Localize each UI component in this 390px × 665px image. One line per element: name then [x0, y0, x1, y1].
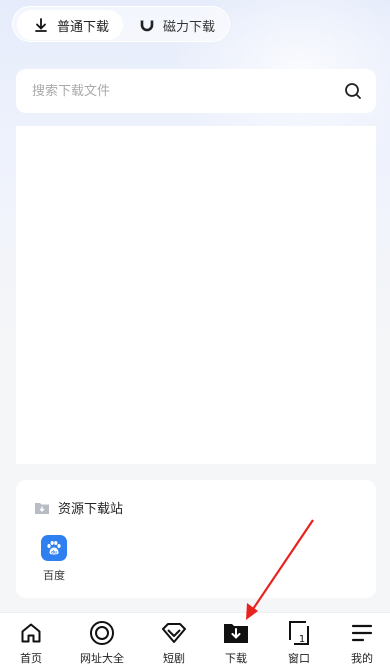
download-mode-switch: 普通下载 磁力下载: [12, 6, 230, 42]
magnet-download-tab[interactable]: 磁力下载: [131, 10, 227, 40]
search-bar: [16, 69, 376, 113]
resource-sites-header: 资源下载站: [34, 498, 123, 517]
tab-home-label: 首页: [20, 652, 42, 665]
normal-download-label: 普通下载: [57, 19, 110, 35]
tab-download[interactable]: 下载: [206, 619, 266, 665]
tab-mine[interactable]: 我的: [332, 619, 390, 665]
folder-download-icon: [35, 502, 49, 514]
tab-window-label: 窗口: [288, 652, 310, 665]
download-list-area: [16, 126, 376, 464]
baidu-paw-icon: du: [41, 535, 67, 561]
download-arrow-icon: [35, 18, 47, 32]
tab-sites-label: 网址大全: [80, 652, 124, 665]
tab-download-label: 下载: [225, 652, 247, 665]
menu-lines-icon: [351, 624, 373, 642]
search-input[interactable]: [32, 83, 344, 99]
window-count-badge: 1: [299, 634, 305, 645]
tab-home[interactable]: 首页: [1, 619, 61, 665]
normal-download-tab[interactable]: 普通下载: [17, 10, 123, 40]
bottom-tab-bar: 首页 网址大全 短剧 下载 1 窗口 我的: [0, 612, 390, 665]
resource-sites-card: 资源下载站 du 百度: [16, 480, 376, 598]
tab-mine-label: 我的: [351, 652, 373, 665]
window-icon: 1: [289, 621, 309, 645]
site-label: 百度: [43, 569, 65, 582]
tab-shortdrama-label: 短剧: [163, 652, 185, 665]
home-icon: [21, 623, 41, 643]
search-icon[interactable]: [344, 82, 362, 100]
tab-window[interactable]: 1 窗口: [269, 619, 329, 665]
resource-sites-title: 资源下载站: [58, 502, 124, 517]
download-folder-icon: [224, 624, 248, 643]
diamond-icon: [162, 623, 186, 643]
site-baidu[interactable]: du 百度: [40, 535, 68, 583]
target-circle-icon: [90, 621, 114, 645]
tab-shortdrama[interactable]: 短剧: [144, 619, 204, 665]
svg-text:du: du: [51, 550, 57, 555]
magnet-download-label: 磁力下载: [163, 19, 216, 35]
tab-sites[interactable]: 网址大全: [72, 619, 132, 665]
magnet-icon: [140, 18, 154, 32]
